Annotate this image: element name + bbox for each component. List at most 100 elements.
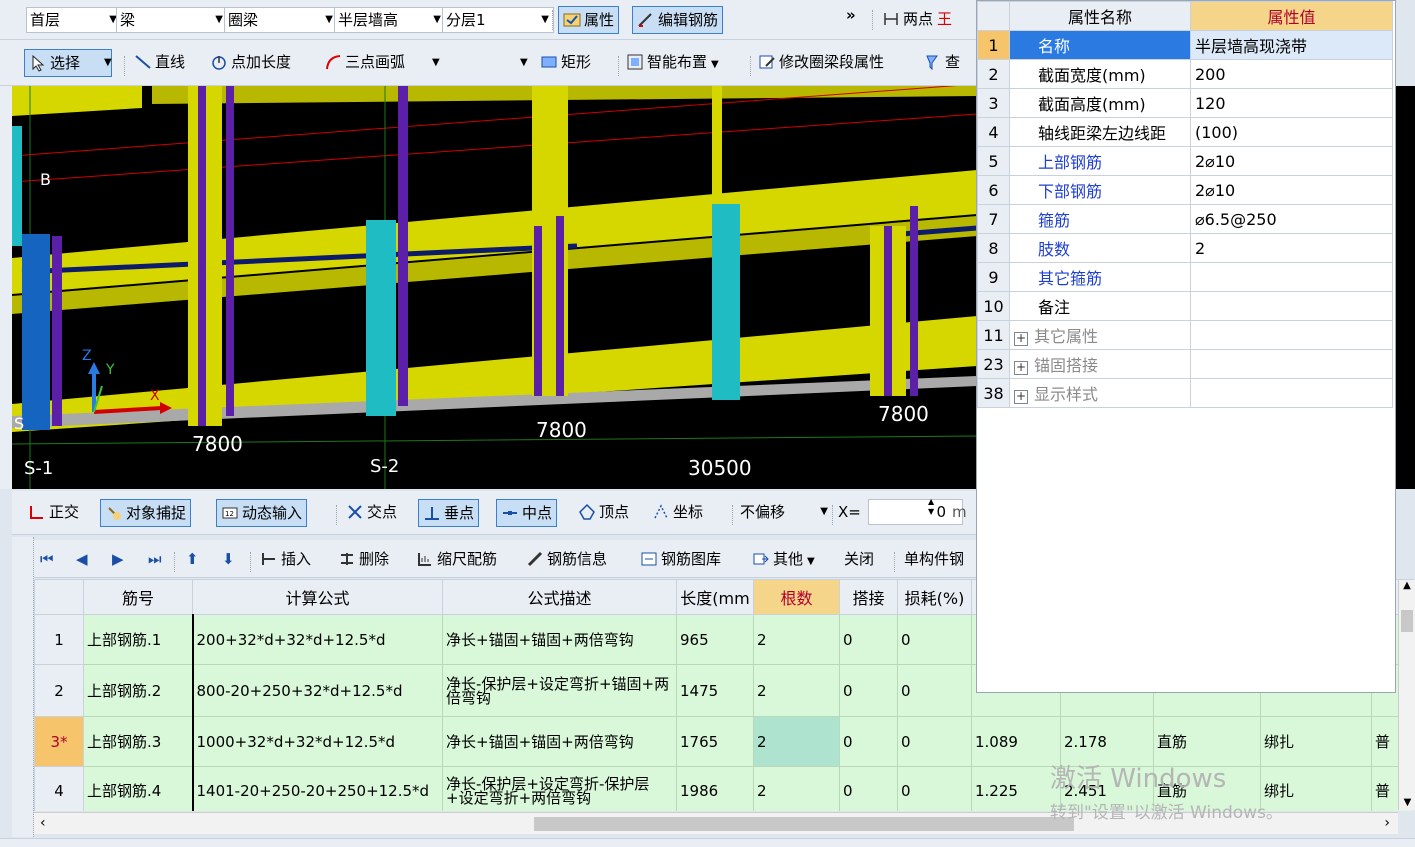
length-cell[interactable]: 1986 [676,766,754,811]
category-select[interactable]: 梁 ▼ [116,7,228,33]
insert-button[interactable]: 插入 [260,546,311,572]
close-button[interactable]: 关闭 [844,546,874,572]
weight-cell[interactable]: 1.225 [971,766,1061,811]
property-value[interactable]: 半层墙高现浇带 [1190,30,1393,60]
rect-tool[interactable]: 矩形 [540,49,591,75]
vertex-snap[interactable]: 顶点 [578,499,629,525]
description-cell[interactable]: 净长-保护层+设定弯折-保护层+设定弯折+两倍弯钩 [442,766,677,811]
lap-cell[interactable]: 0 [839,614,898,665]
description-cell[interactable]: 净长-保护层+设定弯折+锚固+两倍弯钩 [442,664,677,717]
chevron-down-icon[interactable]: ▼ [432,50,440,76]
object-snap-toggle[interactable]: 对象捕捉 [100,499,192,527]
ortho-toggle[interactable]: 正交 [28,499,79,525]
column-header[interactable]: 根数 [753,579,840,615]
count-cell[interactable]: 2 [753,664,840,717]
edit-rebar-button[interactable]: 编辑钢筋 [632,6,724,34]
two-point-button[interactable]: 两点王 [882,6,952,32]
property-value[interactable]: ⌀6.5@250 [1190,204,1393,234]
scale-rebar-button[interactable]: 缩尺配筋 [416,546,497,572]
count-cell[interactable]: 2 [753,614,840,665]
expand-icon[interactable]: + [1014,332,1028,346]
property-value[interactable]: 2 [1190,233,1393,263]
formula-cell[interactable]: 1401-20+250-20+250+12.5*d [191,766,443,811]
weight-cell[interactable]: 1.089 [971,716,1061,767]
scroll-left-icon[interactable]: ‹ [40,815,46,831]
lap-cell[interactable]: 0 [839,766,898,811]
property-value[interactable]: 2⌀10 [1190,146,1393,176]
property-group[interactable]: + 锚固搭接 [1009,349,1191,379]
x-offset-input[interactable]: 0 [868,499,963,525]
smart-layout-button[interactable]: 智能布置 ▼ [626,49,719,75]
more-button[interactable]: » [846,2,856,28]
chevron-down-icon[interactable]: ▼ [520,50,528,76]
column-header[interactable]: 长度(mm [676,579,754,615]
layer-select[interactable]: 分层1 ▼ [442,7,554,33]
loss-cell[interactable]: 0 [897,664,972,717]
rebar-library-button[interactable]: 钢筋图库 [640,546,721,572]
midpoint-snap[interactable]: 中点 [496,499,558,527]
length-cell[interactable]: 965 [676,614,754,665]
chevron-down-icon[interactable]: ▼ [104,50,112,76]
property-row[interactable]: 3 截面高度(mm) 120 [977,88,1393,118]
property-name-header[interactable]: 属性名称 [1009,1,1191,31]
rebar-number-cell[interactable]: 上部钢筋.2 [83,664,193,717]
column-header[interactable]: 损耗(%) [897,579,972,615]
select-tool[interactable]: 选择 [24,49,112,77]
scroll-right-icon[interactable]: › [1384,815,1390,831]
property-group[interactable]: + 显示样式 [1009,378,1191,408]
description-cell[interactable]: 净长+锚固+锚固+两倍弯钩 [442,614,677,665]
coordinate-snap[interactable]: 坐标 [652,499,703,525]
property-value[interactable] [1190,262,1393,292]
property-value[interactable] [1190,291,1393,321]
property-row[interactable]: 10 备注 [977,291,1393,321]
property-row[interactable]: 8 肢数 2 [977,233,1393,263]
loss-cell[interactable]: 0 [897,766,972,811]
property-value-header[interactable]: 属性值 [1190,1,1393,31]
floor-select[interactable]: 首层 ▼ [26,7,122,33]
scroll-up-icon[interactable]: ▲ [1399,580,1415,591]
perpendicular-snap[interactable]: 垂点 [418,499,480,527]
line-tool[interactable]: 直线 [134,49,185,75]
grid-vertical-scrollbar[interactable]: ▲ ▼ [1398,580,1415,810]
scroll-thumb[interactable] [1401,610,1413,632]
length-cell[interactable]: 1765 [676,716,754,767]
move-up-icon[interactable]: ⬆ [186,546,199,572]
scroll-thumb[interactable] [534,817,1074,831]
column-header[interactable]: 筋号 [83,579,193,615]
spinner-icon[interactable]: ▲ ▼ [928,497,934,523]
property-row[interactable]: 1 名称 半层墙高现浇带 [977,30,1393,60]
property-row[interactable]: 4 轴线距梁左边线距 (100) [977,117,1393,147]
property-group[interactable]: + 其它属性 [1009,320,1191,350]
loss-cell[interactable]: 0 [897,716,972,767]
expand-icon[interactable]: + [1014,361,1028,375]
rebar-number-cell[interactable]: 上部钢筋.4 [83,766,193,811]
scroll-down-icon[interactable]: ▼ [1399,797,1415,808]
first-record-icon[interactable]: ⏮ [40,546,54,572]
component-select[interactable]: 半层墙高 ▼ [334,7,446,33]
property-row[interactable]: 5 上部钢筋 2⌀10 [977,146,1393,176]
property-value[interactable]: 200 [1190,59,1393,89]
modify-beam-attr-button[interactable]: 修改圈梁段属性 [758,49,884,75]
column-header[interactable]: 计算公式 [192,579,443,615]
connection-cell[interactable]: 绑扎 [1260,716,1372,767]
length-cell[interactable]: 1475 [676,664,754,717]
column-header[interactable]: 搭接 [839,579,898,615]
property-group-row[interactable]: 38 + 显示样式 [977,378,1393,408]
rebar-number-cell[interactable]: 上部钢筋.1 [83,614,193,665]
count-cell[interactable]: 2 [753,766,840,811]
expand-icon[interactable]: + [1014,390,1028,404]
loss-cell[interactable]: 0 [897,614,972,665]
description-cell[interactable]: 净长+锚固+锚固+两倍弯钩 [442,716,677,767]
three-arc-tool[interactable]: 三点画弧 [324,49,405,75]
property-group-row[interactable]: 23 + 锚固搭接 [977,349,1393,379]
property-value[interactable]: 2⌀10 [1190,175,1393,205]
property-value[interactable]: (100) [1190,117,1393,147]
property-row[interactable]: 7 箍筋 ⌀6.5@250 [977,204,1393,234]
rebar-info-button[interactable]: 钢筋信息 [526,546,607,572]
delete-button[interactable]: 删除 [338,546,389,572]
next-record-icon[interactable]: ▶ [112,546,124,572]
property-row[interactable]: 2 截面宽度(mm) 200 [977,59,1393,89]
3d-viewport[interactable]: B S S-1 S-2 7800 7800 7800 30500 Z Y X [12,86,977,489]
offset-select[interactable]: 不偏移 ▼ [740,499,828,525]
move-down-icon[interactable]: ⬇ [222,546,235,572]
